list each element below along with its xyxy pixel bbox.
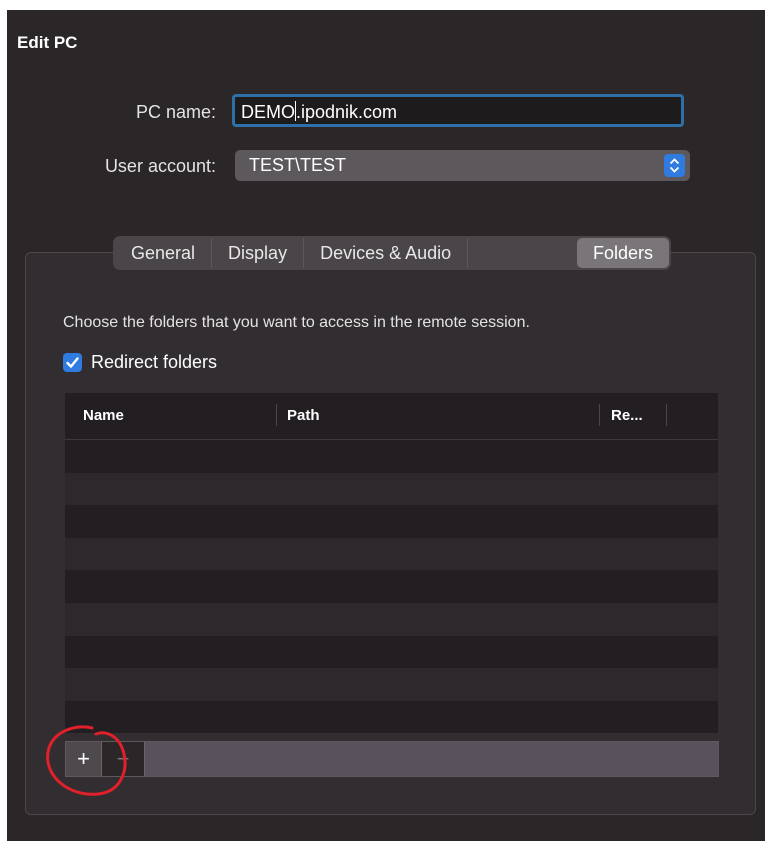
tab-folders[interactable]: Folders — [576, 238, 669, 268]
table-header: Name Path Re... — [65, 393, 718, 440]
dialog-title: Edit PC — [17, 33, 78, 52]
pc-name-label: PC name: — [135, 102, 216, 122]
action-bar-filler — [145, 742, 718, 776]
column-header-name[interactable]: Name — [83, 407, 124, 424]
user-account-label: User account: — [104, 156, 216, 176]
up-down-chevron-icon — [664, 154, 685, 177]
tab-display[interactable]: Display — [212, 238, 305, 268]
user-account-select[interactable]: TEST\TEST — [235, 150, 690, 181]
table-row-empty — [65, 602, 718, 636]
tab-general[interactable]: General — [115, 238, 213, 268]
pc-name-input[interactable]: DEMO.ipodnik.com — [232, 94, 684, 127]
table-action-bar: + − — [65, 741, 719, 777]
folders-table[interactable]: Name Path Re... — [65, 393, 718, 733]
tab-devices-audio[interactable]: Devices & Audio — [304, 238, 469, 268]
pc-name-value: DEMO — [241, 102, 295, 122]
table-body[interactable] — [65, 440, 718, 733]
table-row-empty — [65, 537, 718, 571]
column-divider[interactable] — [276, 404, 277, 426]
table-row-empty — [65, 635, 718, 669]
checkmark-icon — [66, 357, 79, 368]
column-divider[interactable] — [599, 404, 600, 426]
column-divider[interactable] — [666, 404, 667, 426]
pc-name-value-rest: .ipodnik.com — [296, 102, 398, 122]
table-row-empty — [65, 668, 718, 701]
table-row-empty — [65, 505, 718, 538]
table-row-empty — [65, 440, 718, 473]
user-account-value: TEST\TEST — [249, 155, 347, 175]
table-row-empty — [65, 700, 718, 733]
folders-description: Choose the folders that you want to acce… — [63, 314, 530, 331]
table-row-empty — [65, 472, 718, 506]
column-header-path[interactable]: Path — [287, 407, 320, 424]
column-header-redirect[interactable]: Re... — [611, 407, 643, 424]
tab-bar: General Display Devices & Audio Folders — [113, 236, 671, 270]
redirect-folders-label: Redirect folders — [91, 352, 218, 372]
redirect-folders-row[interactable]: Redirect folders — [63, 352, 217, 373]
redirect-folders-checkbox[interactable] — [63, 353, 82, 372]
red-circle-annotation — [46, 725, 127, 796]
table-row-empty — [65, 570, 718, 603]
